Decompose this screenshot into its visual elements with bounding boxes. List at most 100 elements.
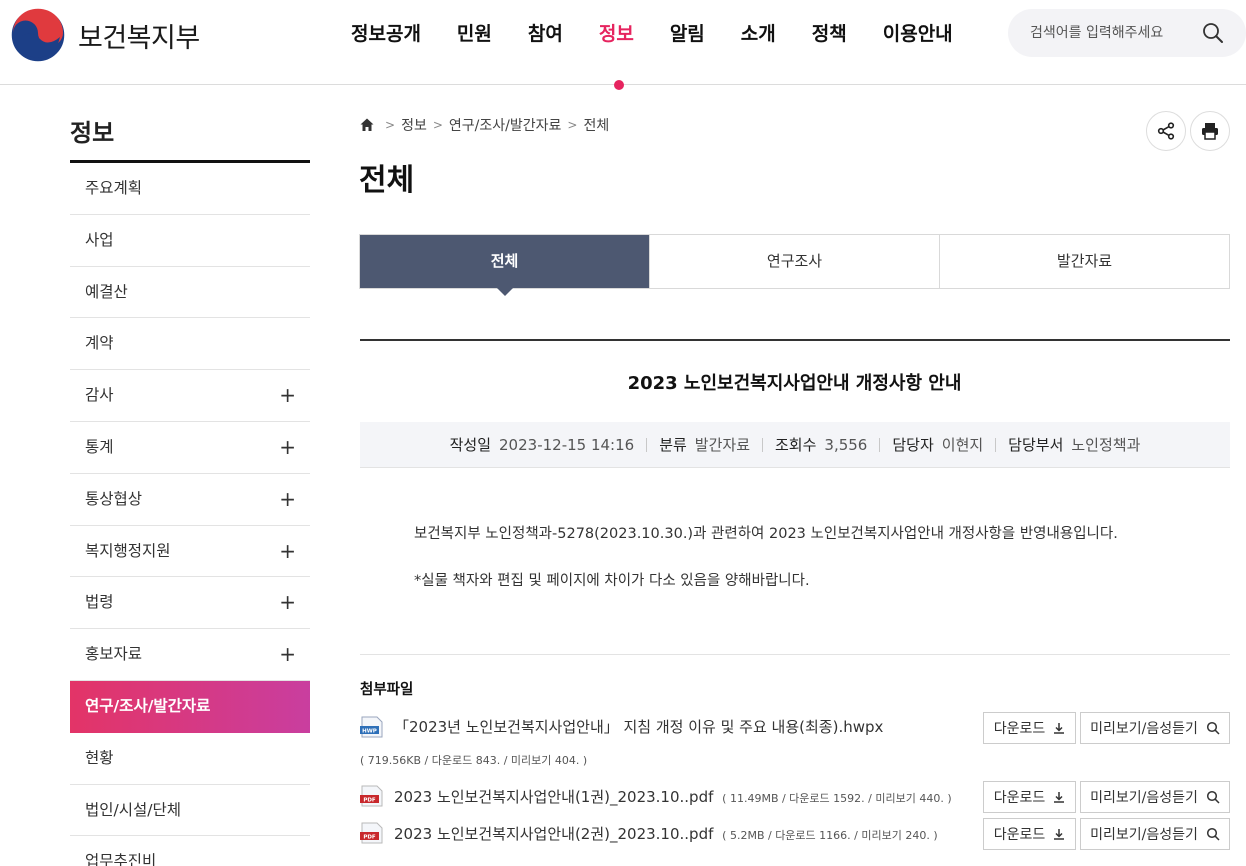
preview-button[interactable]: 미리보기/음성듣기 — [1080, 818, 1230, 850]
post-top-divider — [360, 339, 1230, 341]
preview-button[interactable]: 미리보기/음성듣기 — [1080, 781, 1230, 813]
breadcrumb: > 정보 > 연구/조사/발간자료 > 전체 — [359, 115, 609, 135]
gnb-item-info-disclosure[interactable]: 정보공개 — [333, 0, 439, 85]
search-box — [1008, 9, 1246, 57]
print-icon — [1202, 123, 1218, 140]
side-nav-item-label: 법인/시설/단체 — [85, 800, 182, 819]
search-input[interactable] — [1030, 22, 1190, 44]
side-nav-title: 정보 — [70, 85, 310, 163]
side-nav-item-status[interactable]: 현황 — [70, 733, 310, 785]
hwp-file-icon: HWP — [360, 716, 383, 738]
search-icon[interactable] — [1201, 21, 1225, 45]
download-button[interactable]: 다운로드 — [983, 712, 1076, 744]
side-nav-item-welfare-admin[interactable]: 복지행정지원 + — [70, 526, 310, 578]
meta-dept-value: 노인정책과 — [1071, 436, 1141, 454]
side-nav-item-label: 통상협상 — [85, 489, 143, 508]
meta-views-value: 3,556 — [824, 435, 868, 454]
chevron-right-icon: > — [385, 118, 396, 132]
download-button[interactable]: 다운로드 — [983, 818, 1076, 850]
side-nav-item-pr-materials[interactable]: 홍보자료 + — [70, 629, 310, 681]
gnb-item-info[interactable]: 정보 — [581, 0, 652, 85]
side-nav-item-label: 홍보자료 — [85, 645, 143, 664]
download-icon — [1054, 723, 1065, 734]
meta-divider — [879, 437, 881, 452]
side-nav-item-contracts[interactable]: 계약 — [70, 318, 310, 371]
file-type-label: PDF — [363, 797, 376, 803]
preview-button[interactable]: 미리보기/음성듣기 — [1080, 712, 1230, 744]
attachment-file-row-text: 2023 노인보건복지사업안내(2권)_2023.10..pdf ( 5.2MB… — [394, 823, 938, 844]
print-button[interactable] — [1190, 111, 1230, 151]
attachment-file-link[interactable]: 2023 노인보건복지사업안내(2권)_2023.10..pdf — [394, 825, 713, 843]
side-nav-item-statistics[interactable]: 통계 + — [70, 422, 310, 474]
tab-all[interactable]: 전체 — [360, 235, 649, 296]
meta-date-label: 작성일 — [449, 436, 492, 454]
expand-plus-icon[interactable]: + — [279, 577, 296, 628]
meta-views-label: 조회수 — [775, 436, 817, 454]
active-nav-indicator — [614, 80, 624, 90]
side-nav-item-corporations[interactable]: 법인/시설/단체 — [70, 785, 310, 837]
chevron-right-icon: > — [567, 118, 578, 132]
tab-research[interactable]: 연구조사 — [649, 235, 939, 288]
gnb-item-participation[interactable]: 참여 — [510, 0, 581, 85]
global-nav: 정보공개 민원 참여 정보 알림 소개 정책 이용안내 — [333, 0, 971, 85]
side-nav-item-label: 업무추진비 — [85, 852, 157, 866]
side-nav-item-expenses[interactable]: 업무추진비 — [70, 836, 310, 866]
download-icon — [1054, 829, 1065, 840]
breadcrumb-item[interactable]: 연구/조사/발간자료 — [449, 115, 561, 135]
attachment-file-link[interactable]: 2023 노인보건복지사업안내(1권)_2023.10..pdf — [394, 788, 713, 806]
side-nav-item-laws[interactable]: 법령 + — [70, 577, 310, 630]
side-nav-item-projects[interactable]: 사업 — [70, 215, 310, 267]
side-nav-item-audit[interactable]: 감사 + — [70, 370, 310, 422]
share-button[interactable] — [1146, 111, 1186, 151]
side-nav-item-trade-negotiation[interactable]: 통상협상 + — [70, 474, 310, 526]
tab-publications[interactable]: 발간자료 — [939, 235, 1229, 288]
site-logo[interactable]: 보건복지부 — [10, 7, 200, 63]
download-button[interactable]: 다운로드 — [983, 781, 1076, 813]
side-nav: 정보 주요계획 사업 예결산 계약 감사 + 통계 + 통상협상 + 복지행정지원 + … — [70, 85, 310, 866]
gnb-item-civil-petition[interactable]: 민원 — [439, 0, 510, 85]
meta-divider — [995, 437, 997, 452]
expand-plus-icon[interactable]: + — [279, 422, 296, 473]
side-nav-item-label: 법령 — [85, 593, 114, 612]
side-nav-item-label: 예결산 — [85, 282, 128, 301]
preview-label: 미리보기/음성듣기 — [1090, 790, 1198, 806]
attachment-file-meta: ( 719.56KB / 다운로드 843. / 미리보기 404. ) — [360, 754, 588, 767]
expand-plus-icon[interactable]: + — [279, 370, 296, 421]
preview-label: 미리보기/음성듣기 — [1090, 827, 1198, 843]
meta-divider — [646, 437, 648, 452]
meta-author-label: 담당자 — [892, 436, 934, 454]
side-nav-item-research-publications[interactable]: 연구/조사/발간자료 — [70, 680, 310, 733]
gnb-item-guide[interactable]: 이용안내 — [865, 0, 971, 85]
side-nav-item-budget[interactable]: 예결산 — [70, 267, 310, 319]
expand-plus-icon[interactable]: + — [279, 629, 296, 680]
magnifier-icon — [1206, 827, 1220, 841]
gnb-item-notice[interactable]: 알림 — [652, 0, 723, 85]
breadcrumb-item[interactable]: 정보 — [401, 115, 427, 135]
file-type-label: HWP — [362, 728, 377, 734]
download-icon — [1054, 792, 1065, 803]
attachments-title: 첨부파일 — [360, 682, 414, 698]
government-emblem-icon — [10, 7, 66, 63]
home-icon[interactable] — [359, 117, 375, 133]
pdf-file-icon: PDF — [360, 822, 383, 844]
chevron-right-icon: > — [432, 118, 443, 132]
side-nav-item-label: 계약 — [85, 334, 114, 353]
side-nav-item-label: 주요계획 — [85, 179, 143, 197]
gnb-item-policy[interactable]: 정책 — [794, 0, 865, 85]
expand-plus-icon[interactable]: + — [279, 526, 296, 577]
side-nav-item-label: 사업 — [85, 230, 114, 249]
gnb-item-about[interactable]: 소개 — [723, 0, 794, 85]
file-type-label: PDF — [363, 834, 376, 840]
meta-author-value: 이현지 — [941, 436, 984, 454]
meta-category-value: 발간자료 — [694, 436, 750, 454]
breadcrumb-current: 전체 — [583, 118, 610, 134]
magnifier-icon — [1206, 721, 1220, 735]
attachment-file-meta: ( 5.2MB / 다운로드 1166. / 미리보기 240. ) — [722, 829, 938, 842]
preview-label: 미리보기/음성듣기 — [1090, 721, 1198, 737]
expand-plus-icon[interactable]: + — [279, 474, 296, 525]
post-meta: 작성일 2023-12-15 14:16 분류 발간자료 조회수 3,556 담… — [360, 422, 1230, 468]
post-body: 보건복지부 노인정책과-5278(2023.10.30.)과 관련하여 2023… — [414, 524, 1118, 619]
attachment-file-link[interactable]: 「2023년 노인보건복지사업안내」 지침 개정 이유 및 주요 내용(최종).… — [394, 716, 883, 737]
side-nav-item-major-plans[interactable]: 주요계획 — [70, 163, 310, 215]
magnifier-icon — [1206, 790, 1220, 804]
